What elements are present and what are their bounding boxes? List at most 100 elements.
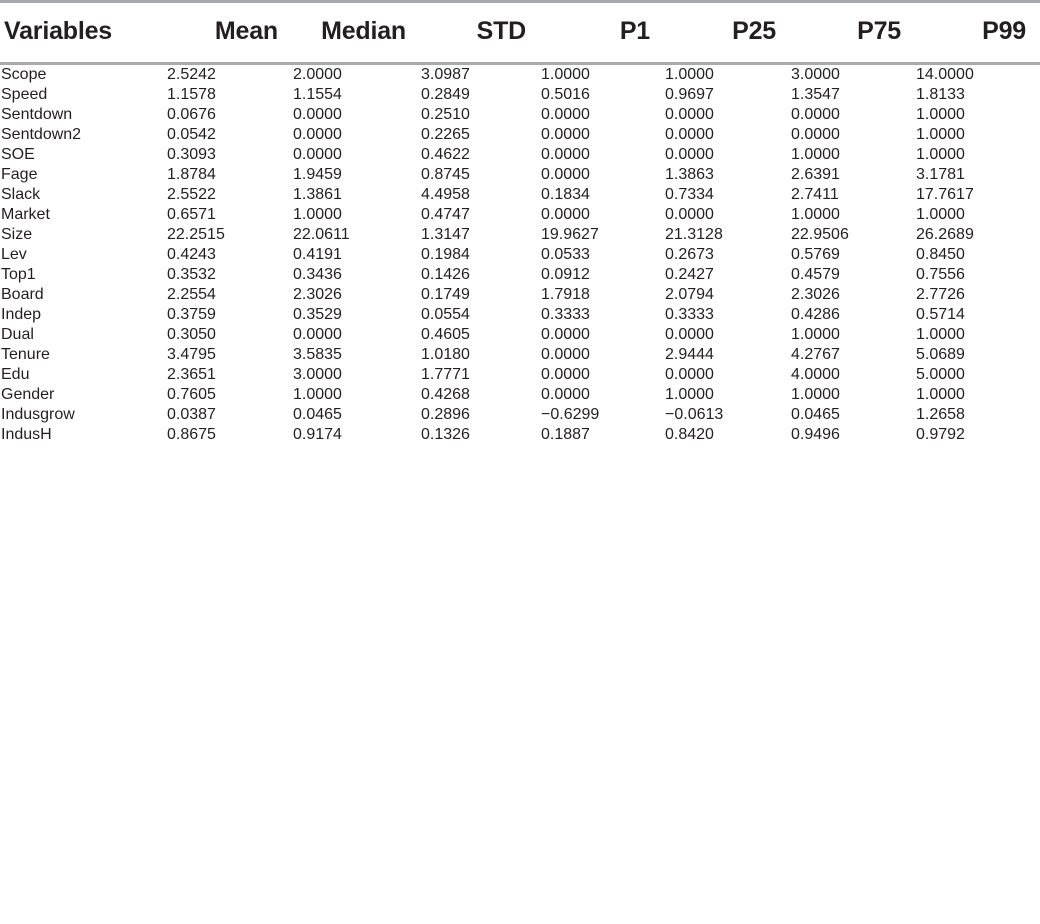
variable-name-cell: Gender <box>1 386 55 403</box>
stat-value-cell: 0.9174 <box>293 426 342 443</box>
stat-value-cell: 0.2896 <box>421 406 470 423</box>
stat-value-cell: 0.1887 <box>541 426 590 443</box>
stat-value-cell: 0.4243 <box>167 246 216 263</box>
stat-value-cell: 0.0000 <box>541 346 590 363</box>
table-row: Market 0.6571 1.0000 0.4747 0.0000 0.0000 1.00… <box>0 205 1040 225</box>
stat-value-cell: 0.2673 <box>665 246 714 263</box>
stat-value-cell: 0.2427 <box>665 266 714 283</box>
column-header-median: Median <box>292 3 420 65</box>
stat-value-cell: 0.0000 <box>541 146 590 163</box>
stat-value-cell: 0.8420 <box>665 426 714 443</box>
descriptive-statistics-table-container: Variables Mean Median STD P1 P25 P75 P99… <box>0 0 1040 924</box>
variable-name-cell: Scope <box>1 66 47 83</box>
column-header-std: STD <box>420 3 540 65</box>
stat-value-cell: 0.1834 <box>541 186 590 203</box>
stat-value-cell: 0.0000 <box>541 126 590 143</box>
stat-value-cell: 1.3147 <box>421 226 470 243</box>
stat-value-cell: −0.6299 <box>541 406 600 423</box>
stat-value-cell: 1.0000 <box>916 326 965 343</box>
column-header-p75: P75 <box>790 3 915 65</box>
stat-value-cell: 0.7556 <box>916 266 965 283</box>
table-row: Indep 0.3759 0.3529 0.0554 0.3333 0.3333 0.428… <box>0 305 1040 325</box>
stat-value-cell: 3.0000 <box>791 66 840 83</box>
stat-value-cell: 0.8675 <box>167 426 216 443</box>
variable-name-cell: Slack <box>1 186 41 203</box>
stat-value-cell: 2.0000 <box>293 66 342 83</box>
stat-value-cell: 0.1426 <box>421 266 470 283</box>
stat-value-cell: 0.2849 <box>421 86 470 103</box>
variable-name-cell: Sentdown2 <box>1 126 82 143</box>
stat-value-cell: 1.0000 <box>791 326 840 343</box>
variable-name-cell: Dual <box>1 326 34 343</box>
table-row: Lev 0.4243 0.4191 0.1984 0.0533 0.2673 0.5769 0… <box>0 245 1040 265</box>
stat-value-cell: 0.3333 <box>541 306 590 323</box>
stat-value-cell: 0.4579 <box>791 266 840 283</box>
descriptive-statistics-table: Variables Mean Median STD P1 P25 P75 P99… <box>0 0 1040 445</box>
stat-value-cell: 0.6571 <box>167 206 216 223</box>
stat-value-cell: 0.0554 <box>421 306 470 323</box>
stat-value-cell: 0.4605 <box>421 326 470 343</box>
stat-value-cell: 5.0689 <box>916 346 965 363</box>
stat-value-cell: 1.0000 <box>916 386 965 403</box>
stat-value-cell: 1.3861 <box>293 186 342 203</box>
stat-value-cell: 0.0000 <box>791 126 840 143</box>
stat-value-cell: 2.0794 <box>665 286 714 303</box>
stat-value-cell: 0.9792 <box>916 426 965 443</box>
table-row: Slack 2.5522 1.3861 4.4958 0.1834 0.7334 2.741… <box>0 185 1040 205</box>
stat-value-cell: 0.0542 <box>167 126 216 143</box>
stat-value-cell: 17.7617 <box>916 186 974 203</box>
stat-value-cell: 4.0000 <box>791 366 840 383</box>
table-header-row: Variables Mean Median STD P1 P25 P75 P99 <box>0 3 1040 65</box>
stat-value-cell: 0.0000 <box>665 206 714 223</box>
stat-value-cell: 0.0000 <box>665 146 714 163</box>
stat-value-cell: 0.4191 <box>293 246 342 263</box>
stat-value-cell: 0.0000 <box>665 366 714 383</box>
stat-value-cell: 0.4268 <box>421 386 470 403</box>
stat-value-cell: 2.5242 <box>167 66 216 83</box>
stat-value-cell: 1.3863 <box>665 166 714 183</box>
column-header-variables: Variables <box>0 3 166 65</box>
stat-value-cell: 0.0533 <box>541 246 590 263</box>
variable-name-cell: Size <box>1 226 33 243</box>
table-row: Edu 2.3651 3.0000 1.7771 0.0000 0.0000 4.0000 5… <box>0 365 1040 385</box>
stat-value-cell: 1.3547 <box>791 86 840 103</box>
stat-value-cell: 0.1326 <box>421 426 470 443</box>
stat-value-cell: 22.9506 <box>791 226 849 243</box>
stat-value-cell: 0.9697 <box>665 86 714 103</box>
table-row: Top1 0.3532 0.3436 0.1426 0.0912 0.2427 0.4579… <box>0 265 1040 285</box>
stat-value-cell: 1.9459 <box>293 166 342 183</box>
table-row: Sentdown2 0.0542 0.0000 0.2265 0.0000 0.0000 0… <box>0 125 1040 145</box>
stat-value-cell: 0.0000 <box>665 106 714 123</box>
table-body: Scope 2.5242 2.0000 3.0987 1.0000 1.0000 3.000… <box>0 64 1040 446</box>
variable-name-cell: Edu <box>1 366 30 383</box>
stat-value-cell: 2.6391 <box>791 166 840 183</box>
stat-value-cell: 1.0180 <box>421 346 470 363</box>
stat-value-cell: 1.8133 <box>916 86 965 103</box>
stat-value-cell: 0.3759 <box>167 306 216 323</box>
stat-value-cell: 22.2515 <box>167 226 225 243</box>
variable-name-cell: Sentdown <box>1 106 73 123</box>
stat-value-cell: 0.0000 <box>293 106 342 123</box>
stat-value-cell: 0.1984 <box>421 246 470 263</box>
stat-value-cell: 1.0000 <box>791 146 840 163</box>
stat-value-cell: 0.0912 <box>541 266 590 283</box>
stat-value-cell: 0.3050 <box>167 326 216 343</box>
stat-value-cell: 1.0000 <box>916 206 965 223</box>
stat-value-cell: 0.0000 <box>665 126 714 143</box>
stat-value-cell: 0.7605 <box>167 386 216 403</box>
stat-value-cell: 0.2265 <box>421 126 470 143</box>
table-row: IndusH 0.8675 0.9174 0.1326 0.1887 0.8420 0.94… <box>0 425 1040 445</box>
stat-value-cell: 2.3026 <box>791 286 840 303</box>
column-header-mean: Mean <box>166 3 292 65</box>
stat-value-cell: 19.9627 <box>541 226 599 243</box>
stat-value-cell: 0.0387 <box>167 406 216 423</box>
table-header: Variables Mean Median STD P1 P25 P75 P99 <box>0 0 1040 65</box>
stat-value-cell: 1.2658 <box>916 406 965 423</box>
stat-value-cell: 3.4795 <box>167 346 216 363</box>
variable-name-cell: Indep <box>1 306 42 323</box>
variable-name-cell: Market <box>1 206 50 223</box>
stat-value-cell: 0.3093 <box>167 146 216 163</box>
table-row: Sentdown 0.0676 0.0000 0.2510 0.0000 0.0000 0.… <box>0 105 1040 125</box>
stat-value-cell: 0.0000 <box>541 386 590 403</box>
stat-value-cell: 0.0000 <box>541 326 590 343</box>
